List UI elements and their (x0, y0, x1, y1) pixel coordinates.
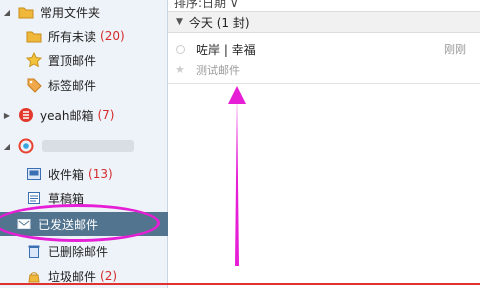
mail-time: 刚刚 (444, 43, 466, 56)
folder-icon (18, 4, 34, 20)
inbox-icon (26, 166, 42, 182)
collapse-icon[interactable]: ◢ (2, 141, 12, 151)
account-yeah-count: (7) (97, 108, 115, 122)
folder-deleted[interactable]: 已删除邮件 (0, 239, 168, 263)
folder-tagged-label: 标签邮件 (48, 78, 97, 93)
group-today-label: 今天 (1 封) (188, 15, 250, 30)
sort-label[interactable]: 排序:日期 ∨ (174, 0, 239, 10)
star-icon[interactable]: ★ (175, 63, 185, 76)
mail-sender: 咗岸 | 幸福 (196, 43, 256, 57)
common-folders-label: 常用文件夹 (40, 5, 101, 20)
folder-drafts[interactable]: 草稿箱 (0, 186, 168, 210)
account-logo-icon (18, 138, 34, 154)
expand-icon[interactable]: ▶ (2, 110, 12, 120)
folder-sent[interactable]: 已发送邮件 (0, 212, 168, 236)
folder-inbox-label: 收件箱 (48, 167, 85, 182)
sort-bar[interactable]: 排序:日期 ∨ (168, 0, 480, 10)
sidebar: ◢ 常用文件夹 所有未读 (20) 置顶邮件 标签邮件 ▶ yeah邮箱 (7)… (0, 0, 168, 288)
group-today[interactable]: ▼ 今天 (1 封) (168, 11, 480, 33)
folder-all-unread[interactable]: 所有未读 (20) (0, 24, 168, 48)
junk-count: (2) (100, 269, 118, 283)
star-icon (26, 52, 42, 68)
account-name-blurred (42, 140, 134, 152)
collapse-icon[interactable]: ▼ (176, 17, 183, 27)
folder-all-unread-label: 所有未读 (48, 29, 97, 44)
red-divider-line (0, 283, 480, 285)
account-yeah[interactable]: ▶ yeah邮箱 (7) (0, 103, 168, 127)
folder-icon (26, 28, 42, 44)
mail-subject: 测试邮件 (196, 64, 240, 77)
drafts-icon (26, 190, 42, 206)
folder-pinned-label: 置顶邮件 (48, 53, 97, 68)
mail-list-pane: 排序:日期 ∨ ▼ 今天 (1 封) ★ 咗岸 | 幸福 测试邮件 刚刚 (168, 0, 480, 288)
unread-count: (20) (100, 29, 125, 43)
folder-tagged[interactable]: 标签邮件 (0, 73, 168, 97)
account-yeah-label: yeah邮箱 (40, 108, 94, 123)
unread-dot-icon[interactable] (176, 45, 185, 54)
trash-icon (26, 243, 42, 259)
folder-junk-label: 垃圾邮件 (48, 269, 97, 284)
folder-drafts-label: 草稿箱 (48, 191, 85, 206)
folder-deleted-label: 已删除邮件 (48, 244, 109, 259)
collapse-icon[interactable]: ◢ (2, 7, 12, 17)
common-folders-header[interactable]: ◢ 常用文件夹 (0, 0, 168, 24)
folder-sent-label: 已发送邮件 (38, 217, 99, 232)
junk-icon (26, 268, 42, 284)
folder-pinned[interactable]: 置顶邮件 (0, 48, 168, 72)
mail-row[interactable]: ★ 咗岸 | 幸福 测试邮件 刚刚 (168, 36, 480, 84)
inbox-count: (13) (88, 167, 113, 181)
sent-icon (16, 216, 32, 232)
folder-inbox[interactable]: 收件箱 (13) (0, 162, 168, 186)
tag-icon (26, 77, 42, 93)
account-2[interactable]: ◢ (0, 134, 168, 158)
netease-logo-icon (18, 107, 34, 123)
